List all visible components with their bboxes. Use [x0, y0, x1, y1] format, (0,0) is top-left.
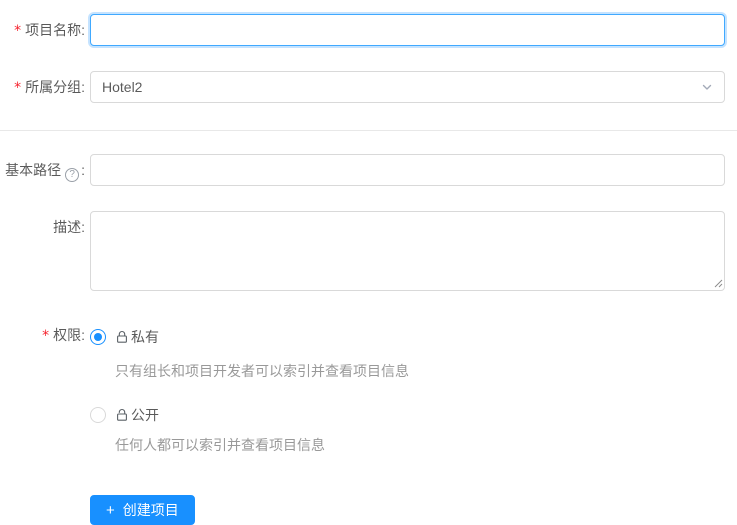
create-project-form: * 项目名称: * 所属分组: Hotel2 基本路径?: 描述: * 权限: …: [0, 0, 737, 525]
permission-radio-group: 私有 只有组长和项目开发者可以索引并查看项目信息 公开 任何人都可以索引并查看项…: [90, 325, 725, 525]
lock-icon: [117, 331, 127, 343]
required-marker: *: [42, 328, 50, 344]
required-marker: *: [14, 80, 22, 96]
radio-option-private[interactable]: 私有: [90, 327, 725, 347]
base-path-label-text: 基本路径: [5, 162, 62, 178]
radio-public[interactable]: [90, 407, 106, 423]
radio-option-public[interactable]: 公开: [90, 405, 725, 425]
form-item-project-name: * 项目名称:: [0, 14, 737, 47]
description-label-text: 描述:: [53, 219, 85, 235]
plus-icon: +: [106, 501, 115, 519]
submit-row: + 创建项目: [90, 495, 725, 525]
form-item-base-path: 基本路径?:: [0, 154, 737, 186]
form-item-description: 描述:: [0, 211, 737, 291]
create-project-button[interactable]: + 创建项目: [90, 495, 195, 525]
radio-public-text: 公开: [131, 407, 159, 423]
permission-label: * 权限:: [0, 325, 85, 346]
base-path-colon: :: [81, 162, 85, 178]
base-path-input[interactable]: [90, 154, 725, 186]
resize-grip-icon[interactable]: [712, 277, 723, 288]
group-select[interactable]: Hotel2: [90, 71, 725, 103]
radio-public-description: 任何人都可以索引并查看项目信息: [115, 437, 325, 453]
project-name-label-text: 项目名称:: [25, 22, 85, 38]
group-label-text: 所属分组:: [25, 79, 85, 95]
radio-public-label: 公开: [115, 405, 159, 425]
project-name-input[interactable]: [90, 14, 725, 46]
chevron-down-icon: [702, 84, 712, 90]
unlock-icon: [117, 409, 127, 421]
description-label: 描述:: [0, 211, 85, 237]
group-select-value: Hotel2: [102, 79, 143, 95]
description-textarea[interactable]: [90, 211, 725, 291]
form-item-group: * 所属分组: Hotel2: [0, 71, 737, 104]
permission-label-text: 权限:: [53, 327, 85, 343]
radio-private[interactable]: [90, 329, 106, 345]
section-divider: [0, 130, 737, 131]
question-circle-icon[interactable]: ?: [65, 168, 80, 182]
base-path-label: 基本路径?:: [0, 154, 85, 186]
group-label: * 所属分组:: [0, 71, 85, 104]
required-marker: *: [14, 23, 22, 39]
project-name-label: * 项目名称:: [0, 14, 85, 47]
form-item-permission: * 权限: 私有 只有组长和项目开发者可以索引并查看项目信息 公开 任何人都可以…: [0, 325, 737, 525]
radio-private-text: 私有: [131, 329, 159, 345]
radio-private-description: 只有组长和项目开发者可以索引并查看项目信息: [115, 363, 409, 379]
radio-private-label: 私有: [115, 327, 159, 347]
create-project-button-label: 创建项目: [122, 502, 179, 518]
